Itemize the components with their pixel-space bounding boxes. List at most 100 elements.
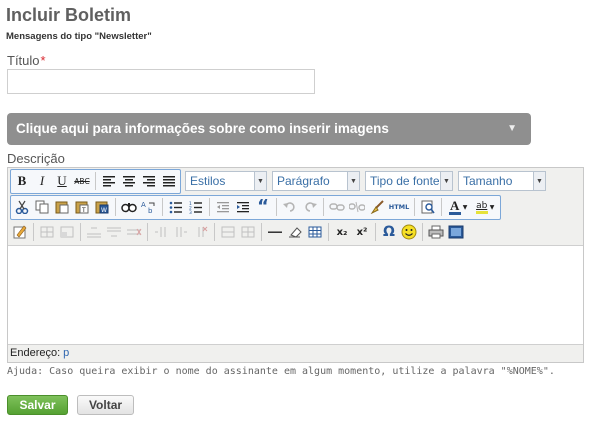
cleanup-button[interactable] [367, 197, 387, 217]
descricao-label: Descrição [7, 151, 65, 166]
align-left-icon [103, 176, 115, 187]
col-before-button[interactable] [151, 222, 171, 242]
html-icon: HTML [388, 203, 410, 211]
bold-label: B [17, 173, 27, 188]
numbered-list-icon: 123 [189, 201, 202, 214]
emoticon-button[interactable] [399, 222, 419, 242]
superscript-button[interactable]: x² [352, 222, 372, 242]
special-char-button[interactable]: Ω [379, 222, 399, 242]
svg-text:A: A [141, 201, 146, 209]
row-before-button[interactable] [84, 222, 104, 242]
delete-row-icon [127, 228, 142, 236]
eraser-button[interactable] [285, 222, 305, 242]
table-props-button[interactable] [37, 222, 57, 242]
outdent-button[interactable] [213, 197, 233, 217]
blockquote-icon: “ [257, 196, 269, 217]
subscript-icon: x₂ [336, 226, 348, 238]
replace-button[interactable]: Ab [139, 197, 159, 217]
editor-body[interactable] [8, 246, 583, 344]
titulo-input[interactable] [7, 69, 315, 94]
text-color-button[interactable]: A ▼ [445, 197, 471, 217]
chevron-down-icon: ▼ [462, 203, 468, 211]
align-center-icon [123, 176, 135, 187]
paste-word-button[interactable]: W [92, 197, 112, 217]
link-icon [329, 203, 345, 211]
highlight-label: ab [476, 200, 488, 211]
strikethrough-button[interactable]: ABC [72, 171, 92, 191]
images-info-text: Clique aqui para informações sobre como … [16, 121, 389, 136]
toolbar-row-2: T W Ab 123 “ HTML A ▼ ab ▼ [10, 194, 505, 220]
merge-cells-button[interactable] [218, 222, 238, 242]
font-select[interactable]: Tipo de fonte ▼ [365, 171, 453, 191]
copy-button[interactable] [32, 197, 52, 217]
unlink-button[interactable] [347, 197, 367, 217]
delete-col-button[interactable] [191, 222, 211, 242]
insert-table-button[interactable] [305, 222, 325, 242]
visual-aid-icon [13, 225, 27, 239]
align-right-button[interactable] [139, 171, 159, 191]
hr-button[interactable] [265, 222, 285, 242]
table-icon [308, 226, 322, 238]
smiley-icon [401, 224, 417, 240]
align-center-button[interactable] [119, 171, 139, 191]
italic-button[interactable]: I [32, 171, 52, 191]
print-icon [428, 225, 444, 239]
split-cells-button[interactable] [238, 222, 258, 242]
status-label: Endereço: [10, 347, 61, 359]
html-source-button[interactable]: HTML [387, 197, 411, 217]
col-after-button[interactable] [171, 222, 191, 242]
highlight-color-button[interactable]: ab ▼ [471, 197, 499, 217]
replace-icon: Ab [141, 201, 155, 214]
cell-props-icon [60, 226, 74, 238]
chevron-down-icon: ▼ [347, 172, 359, 190]
images-info-bar[interactable]: Clique aqui para informações sobre como … [7, 113, 531, 145]
visual-aid-button[interactable] [10, 222, 30, 242]
blockquote-button[interactable]: “ [253, 196, 273, 217]
copy-icon [35, 200, 49, 214]
required-mark: * [40, 53, 46, 68]
delete-row-button[interactable] [124, 222, 144, 242]
indent-button[interactable] [233, 197, 253, 217]
redo-button[interactable] [300, 197, 320, 217]
font-select-value: Tipo de fonte [370, 174, 440, 188]
bullet-list-button[interactable] [166, 197, 186, 217]
save-button[interactable]: Salvar [7, 395, 68, 415]
editor-toolbar: B I U ABC Estilos ▼ Parágrafo ▼ Tipo de fo… [8, 168, 583, 246]
print-button[interactable] [426, 222, 446, 242]
subscript-button[interactable]: x₂ [332, 222, 352, 242]
cell-props-button[interactable] [57, 222, 77, 242]
paragraph-select[interactable]: Parágrafo ▼ [272, 171, 360, 191]
styles-select[interactable]: Estilos ▼ [185, 171, 267, 191]
align-justify-button[interactable] [159, 171, 179, 191]
help-text: Ajuda: Caso queira exibir o nome do assi… [7, 366, 555, 377]
cut-button[interactable] [12, 197, 32, 217]
undo-button[interactable] [280, 197, 300, 217]
paste-word-icon: W [95, 201, 109, 214]
numbered-list-button[interactable]: 123 [186, 197, 206, 217]
underline-label: U [57, 173, 67, 188]
editor-status-bar: Endereço: p [8, 344, 583, 362]
align-left-button[interactable] [99, 171, 119, 191]
bold-button[interactable]: B [12, 171, 32, 191]
redo-icon [305, 202, 317, 212]
chevron-down-icon: ▼ [440, 172, 452, 190]
preview-button[interactable] [418, 197, 438, 217]
row-after-button[interactable] [104, 222, 124, 242]
omega-icon: Ω [383, 224, 395, 240]
back-button[interactable]: Voltar [77, 395, 134, 415]
paste-button[interactable] [52, 197, 72, 217]
link-button[interactable] [327, 197, 347, 217]
edit-group: T W Ab 123 “ HTML A ▼ ab ▼ [10, 194, 501, 220]
bullet-list-icon [169, 201, 182, 213]
fullscreen-button[interactable] [446, 222, 466, 242]
find-button[interactable] [119, 197, 139, 217]
underline-button[interactable]: U [52, 171, 72, 191]
svg-text:3: 3 [189, 210, 192, 214]
col-before-icon [155, 227, 166, 237]
paragraph-select-value: Parágrafo [277, 174, 330, 188]
size-select[interactable]: Tamanho ▼ [458, 171, 546, 191]
strike-label: ABC [74, 176, 90, 186]
status-path-link[interactable]: p [63, 347, 69, 359]
page-title: Incluir Boletim [6, 5, 132, 25]
paste-text-button[interactable]: T [72, 197, 92, 217]
